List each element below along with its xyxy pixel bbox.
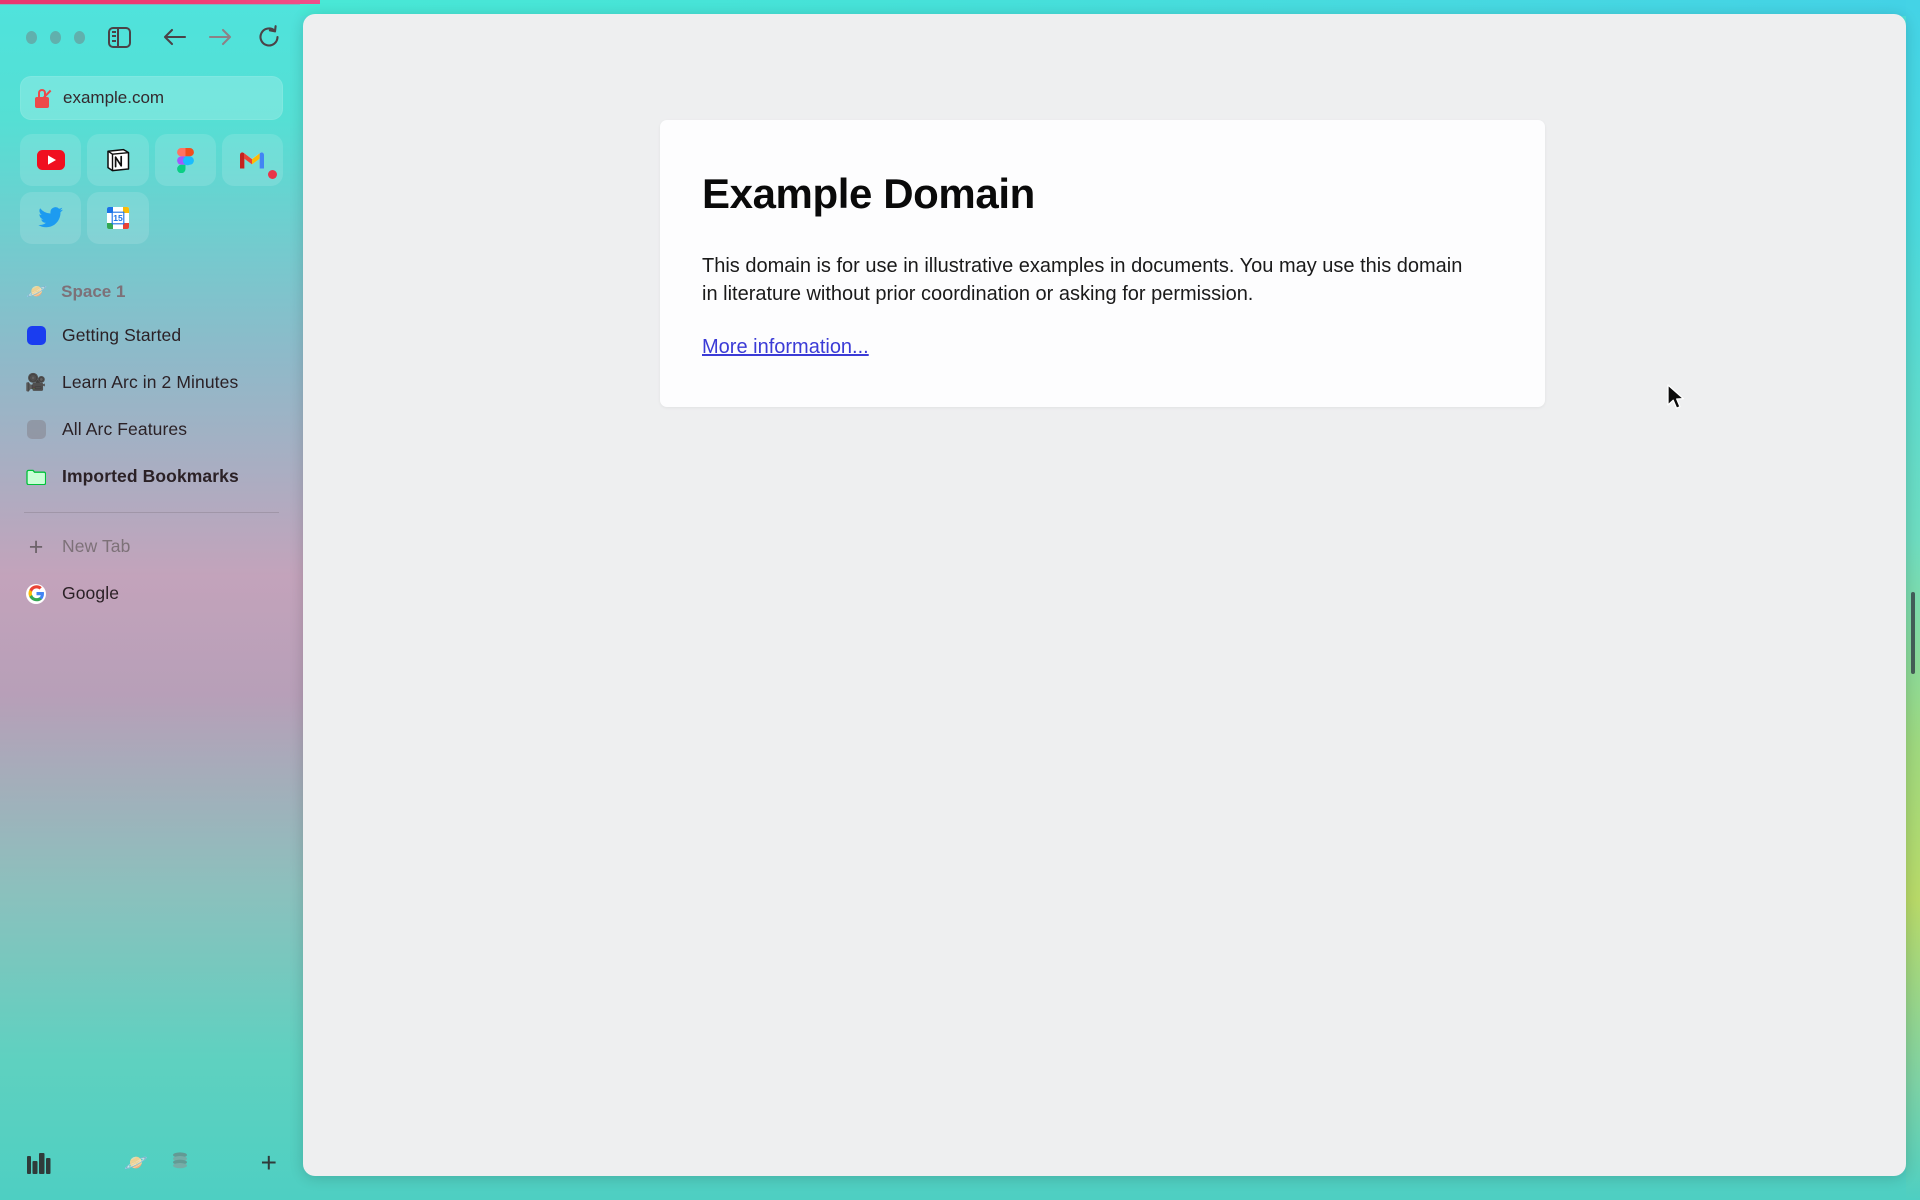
notion-icon xyxy=(107,148,130,172)
pinned-tabs-grid: 15 xyxy=(20,134,283,244)
sidebar: example.com 15 🪐 Space 1 Getting Started… xyxy=(0,0,303,1200)
blue-square-favicon xyxy=(26,326,46,346)
close-button[interactable] xyxy=(26,30,37,44)
reload-button[interactable] xyxy=(254,20,283,54)
tab-list-divider xyxy=(24,512,279,513)
youtube-icon xyxy=(36,150,65,170)
arrow-left-icon xyxy=(163,28,187,46)
green-folder-icon xyxy=(26,467,46,487)
svg-text:15: 15 xyxy=(113,213,123,223)
tab-label: Getting Started xyxy=(62,325,182,345)
movie-camera-emoji-icon: 🎥 xyxy=(25,372,47,392)
address-bar[interactable]: example.com xyxy=(20,76,283,120)
web-content-area: Example Domain This domain is for use in… xyxy=(303,14,1906,1176)
tab-label: Google xyxy=(62,583,120,603)
sidebar-bottom-bar: 🪐 + xyxy=(0,1126,303,1200)
twitter-icon xyxy=(38,207,63,228)
library-books-icon xyxy=(27,1152,51,1174)
tab-label: Imported Bookmarks xyxy=(62,466,239,486)
figma-icon xyxy=(176,147,194,173)
gray-square-favicon xyxy=(26,420,46,440)
planet-icon: 🪐 xyxy=(26,282,48,301)
page-title: Example Domain xyxy=(702,170,1035,217)
tab-label: Learn Arc in 2 Minutes xyxy=(62,372,239,392)
sidebar-toggle-icon[interactable] xyxy=(108,26,131,48)
pinned-tab-figma[interactable] xyxy=(154,134,216,186)
arrow-right-icon xyxy=(208,28,231,46)
google-g-icon xyxy=(26,583,46,604)
gmail-icon xyxy=(240,152,265,169)
tab-learn-arc-in-2-minutes[interactable]: 🎥 Learn Arc in 2 Minutes xyxy=(20,359,283,406)
insecure-lock-icon[interactable] xyxy=(34,88,52,108)
example-domain-card: Example Domain This domain is for use in… xyxy=(660,120,1545,407)
address-bar-url: example.com xyxy=(63,88,165,107)
minimize-button[interactable] xyxy=(50,30,61,44)
space-icon-space-2[interactable] xyxy=(170,1150,190,1176)
forward-button[interactable] xyxy=(205,20,234,54)
gmail-notification-badge xyxy=(268,170,277,179)
pinned-tab-youtube[interactable] xyxy=(20,134,82,186)
tab-imported-bookmarks[interactable]: Imported Bookmarks xyxy=(20,453,283,500)
pinned-tab-google-calendar[interactable]: 15 xyxy=(87,192,149,244)
tab-getting-started[interactable]: Getting Started xyxy=(20,312,283,359)
new-tab-button[interactable]: + New Tab xyxy=(20,523,283,570)
plus-icon: + xyxy=(28,532,44,561)
new-tab-label: New Tab xyxy=(62,536,131,556)
coins-stack-icon xyxy=(172,1152,187,1169)
space-switcher: 🪐 xyxy=(124,1150,190,1176)
browser-window: example.com 15 🪐 Space 1 Getting Started… xyxy=(0,0,1920,1200)
pinned-tab-gmail[interactable] xyxy=(221,134,283,186)
library-button[interactable] xyxy=(26,1152,53,1175)
pinned-tab-notion[interactable] xyxy=(87,134,149,186)
window-titlebar xyxy=(20,0,283,74)
tab-label: All Arc Features xyxy=(62,419,188,439)
pinned-tab-twitter[interactable] xyxy=(20,192,82,244)
maximize-button[interactable] xyxy=(74,30,85,44)
space-name: Space 1 xyxy=(61,282,126,301)
page-scrollbar[interactable] xyxy=(1911,592,1915,674)
back-button[interactable] xyxy=(161,20,190,54)
google-calendar-icon: 15 xyxy=(106,207,129,229)
tab-all-arc-features[interactable]: All Arc Features xyxy=(20,406,283,453)
space-header[interactable]: 🪐 Space 1 xyxy=(20,272,283,312)
page-paragraph: This domain is for use in illustrative e… xyxy=(702,255,1463,306)
reload-icon xyxy=(259,25,279,47)
tab-google[interactable]: Google xyxy=(20,570,283,617)
space-icon-space-1[interactable]: 🪐 xyxy=(124,1151,148,1175)
more-information-link[interactable]: More information... xyxy=(702,336,869,358)
